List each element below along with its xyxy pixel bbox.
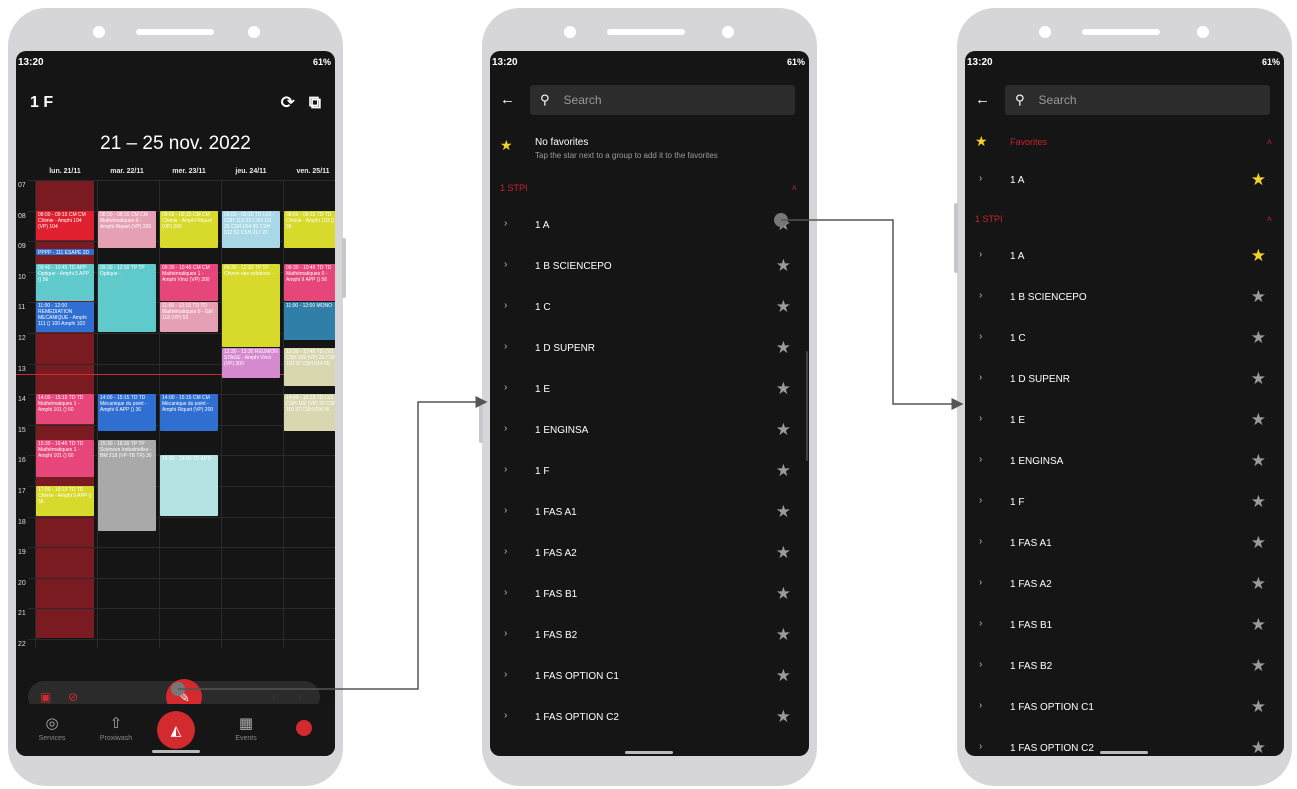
arrow-picker-to-favorites <box>781 219 964 410</box>
flow-arrows <box>171 213 964 696</box>
arrow-calendar-to-picker <box>178 396 488 690</box>
